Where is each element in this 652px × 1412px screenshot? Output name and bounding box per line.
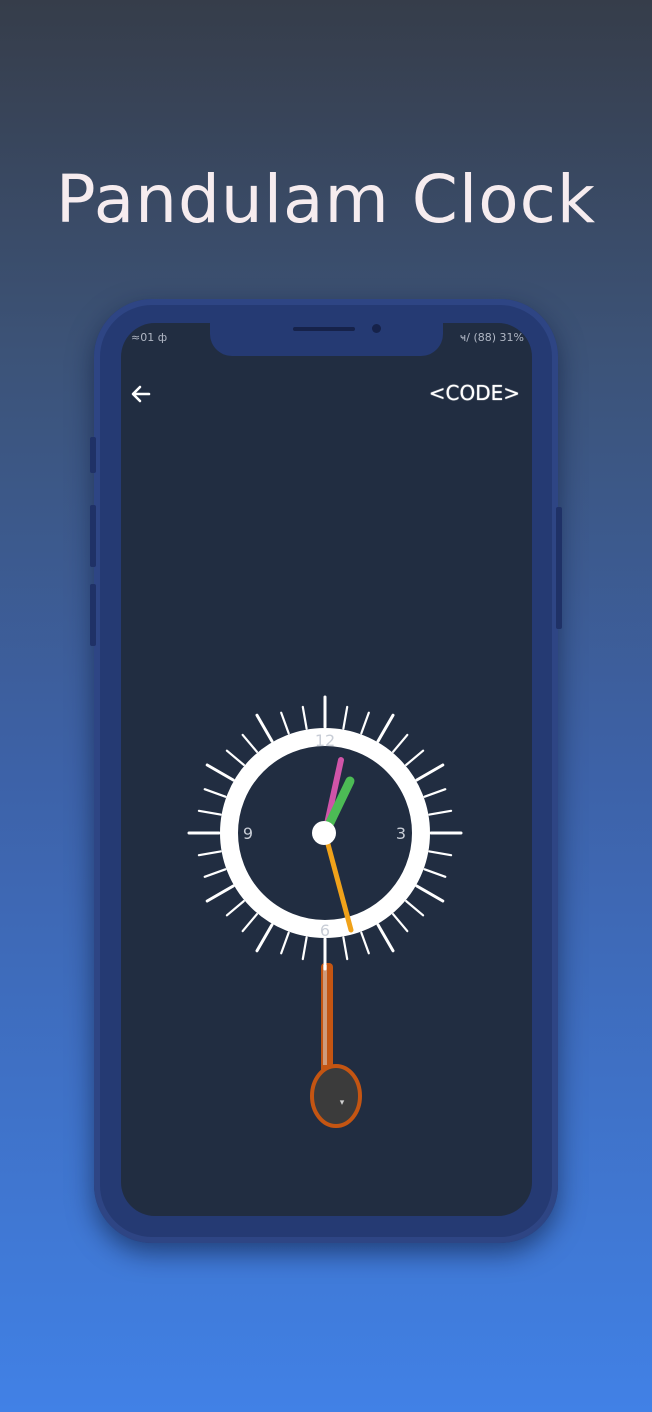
dial-tick <box>392 733 409 753</box>
pendulum-bob <box>310 1064 362 1128</box>
dial-tick <box>197 850 222 857</box>
dial-tick <box>415 884 445 903</box>
dial-tick <box>301 936 308 961</box>
numeral-9: 9 <box>243 824 253 843</box>
dial-tick <box>255 923 274 953</box>
app-screen: ≈01 ф ҹ/ (88) 31% <CODE> ▾ 12 3 6 9 <box>121 323 532 1216</box>
phone-side-button-power <box>556 507 562 629</box>
dial-tick <box>255 713 274 743</box>
numeral-6: 6 <box>320 921 330 940</box>
dial-tick <box>415 763 445 782</box>
dial-tick <box>392 913 409 933</box>
numeral-12: 12 <box>315 731 335 750</box>
dial-tick <box>280 931 290 955</box>
numeral-3: 3 <box>396 824 406 843</box>
dial-tick <box>205 884 235 903</box>
dial-tick <box>360 711 370 735</box>
dial-tick <box>225 749 245 766</box>
dial-tick <box>203 868 227 878</box>
dial-tick <box>241 913 258 933</box>
second-hand <box>322 830 354 933</box>
dial-tick <box>428 850 453 857</box>
dial-tick <box>376 713 395 743</box>
dial-tick <box>423 868 447 878</box>
dial-tick <box>197 809 222 816</box>
dial-tick <box>342 936 349 961</box>
dial-tick <box>301 705 308 730</box>
promo-title: Pandulam Clock <box>55 161 597 238</box>
dial-tick <box>423 788 447 798</box>
phone-side-button-mute <box>90 437 96 473</box>
dial-tick <box>203 788 227 798</box>
phone-side-button-volume-up <box>90 505 96 567</box>
pendulum-clock: ▾ 12 3 6 9 <box>187 695 463 1128</box>
phone-mockup: ≈01 ф ҹ/ (88) 31% <CODE> ▾ 12 3 6 9 <box>90 299 562 1243</box>
dial-tick <box>405 899 425 917</box>
dial-tick <box>342 705 349 730</box>
dial-tick <box>205 763 235 782</box>
phone-side-button-volume-down <box>90 584 96 646</box>
dial-tick <box>376 923 395 953</box>
dial-tick <box>405 749 425 766</box>
dial-tick <box>241 733 258 753</box>
hand-pivot <box>312 821 336 845</box>
pendulum-rod-highlight <box>323 965 327 1065</box>
dial-tick <box>225 899 245 917</box>
dial-tick <box>428 809 453 816</box>
pendulum: ▾ <box>310 963 362 1128</box>
dial-tick <box>280 711 290 735</box>
pendulum-bob-mark: ▾ <box>340 1098 345 1108</box>
dial-tick <box>360 931 370 955</box>
